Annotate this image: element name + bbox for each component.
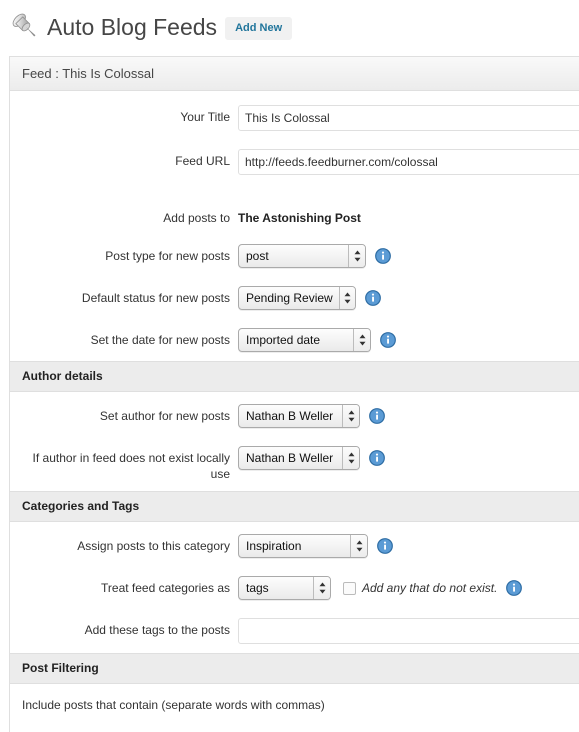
default-status-select[interactable]: Pending Review	[238, 286, 356, 310]
info-icon[interactable]	[380, 332, 396, 348]
row-your-title: Your Title	[10, 91, 579, 140]
assign-category-field-wrap: Inspiration	[238, 534, 579, 558]
post-type-label: Post type for new posts	[105, 249, 230, 263]
fallback-author-select-value: Nathan B Weller	[246, 451, 334, 465]
row-add-posts-to: Add posts to The Astonishing Post	[10, 184, 579, 235]
fallback-author-label: If author in feed does not exist locally…	[32, 451, 230, 481]
info-icon[interactable]	[375, 248, 391, 264]
chevron-updown-icon	[313, 577, 330, 599]
assign-category-select-value: Inspiration	[246, 539, 302, 553]
add-any-that-do-not-exist-checkbox[interactable]	[343, 581, 356, 595]
add-posts-to-label: Add posts to	[163, 211, 230, 225]
treat-feed-categories-label: Treat feed categories as	[101, 581, 230, 595]
post-date-select-value: Imported date	[246, 333, 321, 347]
post-date-label: Set the date for new posts	[90, 333, 230, 347]
post-type-select-value: post	[246, 249, 269, 263]
add-tags-field-wrap	[238, 618, 579, 644]
panel-title: Feed : This Is Colossal	[10, 57, 579, 91]
panel-body: Your Title Feed URL Add posts to The Ast…	[10, 91, 579, 732]
fallback-author-select[interactable]: Nathan B Weller	[238, 446, 360, 470]
feed-url-field-wrap	[238, 149, 579, 175]
set-author-select[interactable]: Nathan B Weller	[238, 404, 360, 428]
row-post-date: Set the date for new posts Imported date	[10, 319, 579, 361]
post-date-select[interactable]: Imported date	[238, 328, 371, 352]
fallback-author-field-wrap: Nathan B Weller	[238, 446, 579, 470]
chevron-updown-icon	[342, 447, 359, 469]
your-title-field-wrap	[238, 105, 579, 131]
row-assign-category: Assign posts to this category Inspiratio…	[10, 522, 579, 567]
chevron-updown-icon	[342, 405, 359, 427]
add-tags-label: Add these tags to the posts	[84, 623, 230, 637]
row-default-status: Default status for new posts Pending Rev…	[10, 277, 579, 319]
section-header-post-filtering: Post Filtering	[10, 653, 579, 684]
post-type-select[interactable]: post	[238, 244, 366, 268]
treat-feed-categories-select-value: tags	[246, 581, 269, 595]
row-feed-url: Feed URL	[10, 140, 579, 184]
assign-category-select[interactable]: Inspiration	[238, 534, 368, 558]
feed-url-input[interactable]	[238, 149, 579, 175]
treat-feed-categories-select[interactable]: tags	[238, 576, 331, 600]
default-status-label: Default status for new posts	[81, 291, 230, 305]
row-post-type: Post type for new posts post	[10, 235, 579, 277]
post-date-field-wrap: Imported date	[238, 328, 579, 352]
your-title-label: Your Title	[180, 110, 230, 124]
section-header-author-details: Author details	[10, 361, 579, 392]
section-header-categories-and-tags: Categories and Tags	[10, 491, 579, 522]
chevron-updown-icon	[350, 535, 367, 557]
chevron-updown-icon	[338, 287, 355, 309]
row-add-tags: Add these tags to the posts	[10, 609, 579, 653]
default-status-field-wrap: Pending Review	[238, 286, 579, 310]
assign-category-label: Assign posts to this category	[77, 539, 230, 553]
info-icon[interactable]	[369, 408, 385, 424]
include-posts-text: Include posts that contain (separate wor…	[22, 698, 325, 712]
add-new-button[interactable]: Add New	[225, 16, 293, 40]
add-any-that-do-not-exist-label: Add any that do not exist.	[362, 581, 498, 595]
chevron-updown-icon	[353, 329, 370, 351]
chevron-updown-icon	[348, 245, 365, 267]
your-title-input[interactable]	[238, 105, 579, 131]
info-icon[interactable]	[506, 580, 523, 596]
page-header: Auto Blog Feeds Add New	[0, 0, 579, 44]
set-author-label: Set author for new posts	[99, 409, 230, 423]
info-icon[interactable]	[377, 538, 393, 554]
default-status-select-value: Pending Review	[246, 291, 333, 305]
row-set-author: Set author for new posts Nathan B Weller	[10, 392, 579, 437]
add-posts-to-value-wrap: The Astonishing Post	[238, 206, 579, 226]
add-posts-to-value: The Astonishing Post	[238, 211, 361, 225]
row-fallback-author: If author in feed does not exist locally…	[10, 437, 579, 491]
info-icon[interactable]	[365, 290, 381, 306]
set-author-field-wrap: Nathan B Weller	[238, 404, 579, 428]
feed-settings-panel: Feed : This Is Colossal Your Title Feed …	[9, 56, 579, 732]
pushpin-icon	[9, 10, 43, 44]
feed-url-label: Feed URL	[175, 154, 230, 168]
post-type-field-wrap: post	[238, 244, 579, 268]
row-treat-feed-categories: Treat feed categories as tags Add any th…	[10, 567, 579, 609]
add-tags-input[interactable]	[238, 618, 579, 644]
page-title: Auto Blog Feeds	[47, 14, 218, 40]
set-author-select-value: Nathan B Weller	[246, 409, 334, 423]
info-icon[interactable]	[369, 450, 385, 466]
treat-feed-categories-field-wrap: tags Add any that do not exist.	[238, 576, 579, 600]
